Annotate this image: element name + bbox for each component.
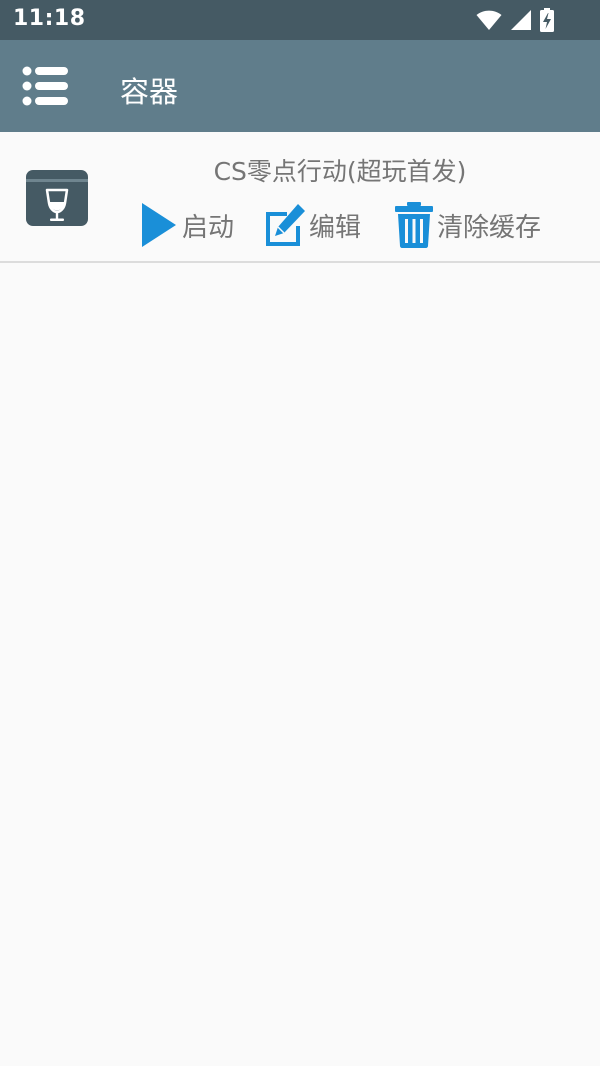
- status-bar: 11:18: [0, 0, 600, 40]
- app-bar: 容器: [0, 40, 600, 132]
- wine-glass-box-icon: [26, 170, 88, 226]
- container-list-empty-area: [0, 263, 600, 1066]
- wifi-icon: [476, 10, 502, 30]
- edit-label: 编辑: [309, 212, 362, 243]
- menu-button[interactable]: [22, 66, 70, 106]
- start-button[interactable]: 启动: [138, 202, 234, 248]
- battery-charging-icon: [540, 8, 554, 32]
- clear-cache-button[interactable]: 清除缓存: [393, 202, 541, 248]
- status-icons: [476, 8, 554, 32]
- status-time: 11:18: [13, 6, 86, 31]
- edit-button[interactable]: 编辑: [263, 202, 361, 248]
- trash-icon: [395, 202, 433, 248]
- start-label: 启动: [182, 212, 235, 243]
- menu-list-icon: [22, 66, 68, 106]
- container-item: CS零点行动(超玩首发) 启动 编辑 清除缓存: [0, 132, 600, 263]
- page-title: 容器: [120, 75, 179, 109]
- cell-signal-icon: [511, 10, 531, 30]
- clear-cache-label: 清除缓存: [437, 212, 542, 243]
- edit-icon: [266, 204, 305, 246]
- container-name: CS零点行动(超玩首发): [213, 157, 467, 186]
- play-icon: [142, 203, 176, 247]
